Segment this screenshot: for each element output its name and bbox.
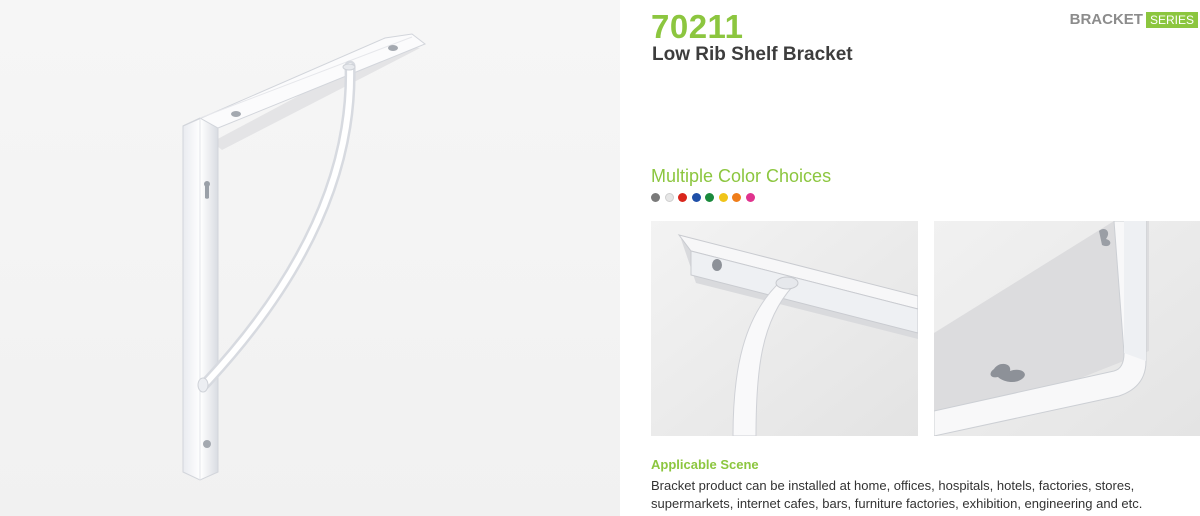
- color-swatch-5[interactable]: [705, 193, 714, 202]
- product-name: Low Rib Shelf Bracket: [652, 44, 853, 65]
- series-badge-word: BRACKET: [1069, 11, 1143, 28]
- applicable-scene-text: Bracket product can be installed at home…: [651, 478, 1143, 511]
- color-swatch-4[interactable]: [691, 193, 701, 202]
- color-choices-heading: Multiple Color Choices: [651, 166, 832, 186]
- series-badge: BRACKET SERIES: [1070, 11, 1198, 28]
- color-swatch-list: [651, 193, 755, 202]
- bracket-illustration: [182, 33, 426, 481]
- product-hero-image: [0, 0, 620, 516]
- series-badge-tag: SERIES: [1145, 11, 1198, 28]
- model-number: 70211: [651, 8, 744, 45]
- color-swatch-7[interactable]: [732, 193, 741, 202]
- color-swatch-8[interactable]: [745, 193, 755, 202]
- color-swatch-3[interactable]: [678, 193, 687, 202]
- color-swatch-1[interactable]: [651, 193, 660, 202]
- applicable-scene-heading: Applicable Scene: [651, 457, 759, 472]
- detail-photo-rib-joint: [651, 221, 918, 436]
- color-swatch-6[interactable]: [718, 193, 728, 202]
- detail-photo-mounting-holes: [934, 221, 1200, 436]
- color-swatch-2[interactable]: [664, 193, 674, 202]
